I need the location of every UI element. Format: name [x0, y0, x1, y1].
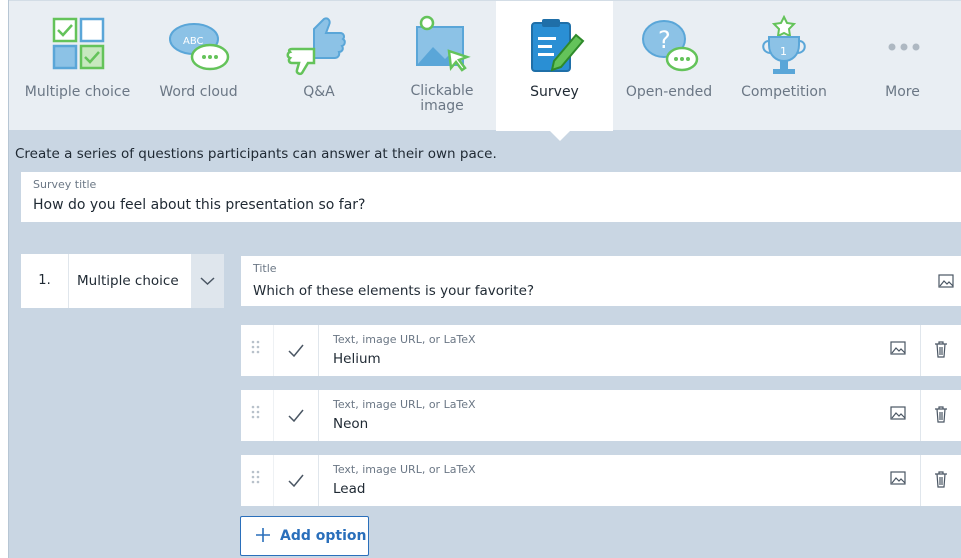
type-label: More — [885, 84, 920, 100]
svg-text:1: 1 — [780, 45, 787, 58]
option-row: Text, image URL, or LaTeX Neon — [241, 390, 961, 441]
type-qa[interactable]: Q&A — [251, 1, 387, 131]
image-icon[interactable] — [890, 341, 906, 355]
survey-title-field[interactable]: Survey title How do you feel about this … — [21, 172, 961, 222]
word-cloud-icon: ABC — [168, 23, 229, 71]
question-type-bar: Multiple choice ABC Word cloud Q&A Click… — [9, 0, 961, 131]
type-clickable-image[interactable]: Clickable image — [387, 1, 497, 131]
delete-option-button[interactable] — [920, 390, 961, 441]
drag-handle-icon[interactable] — [251, 339, 261, 359]
type-label: Clickable image — [410, 83, 474, 114]
question-title-field[interactable]: Title Which of these elements is your fa… — [241, 256, 961, 306]
type-label: Word cloud — [159, 84, 238, 100]
type-multiple-choice[interactable]: Multiple choice — [9, 1, 146, 131]
drag-handle-icon[interactable] — [251, 404, 261, 424]
option-row: Text, image URL, or LaTeX Lead — [241, 455, 961, 506]
type-label: Survey — [530, 84, 579, 100]
type-survey[interactable]: Survey — [496, 1, 613, 131]
option-placeholder: Text, image URL, or LaTeX — [333, 398, 476, 411]
field-label: Title — [253, 262, 277, 275]
check-icon — [288, 474, 304, 487]
type-label: Open-ended — [625, 84, 713, 100]
type-more[interactable]: More — [843, 1, 961, 131]
survey-description: Create a series of questions participant… — [15, 146, 497, 162]
question-type-selector[interactable]: 1. Multiple choice — [21, 254, 224, 308]
question-title-value[interactable]: Which of these elements is your favorite… — [253, 283, 534, 299]
question-type-value[interactable]: Multiple choice — [77, 273, 179, 289]
active-type-pointer — [549, 130, 571, 141]
svg-text:?: ? — [658, 26, 671, 54]
survey-editor: Multiple choice ABC Word cloud Q&A Click… — [8, 0, 961, 558]
image-icon[interactable] — [890, 406, 906, 420]
correct-toggle[interactable] — [273, 325, 319, 376]
add-option-button[interactable]: Add option — [240, 516, 369, 556]
drag-handle-icon[interactable] — [251, 469, 261, 489]
option-value[interactable]: Helium — [333, 351, 381, 367]
trash-icon — [935, 406, 947, 423]
type-word-cloud[interactable]: ABC Word cloud — [146, 1, 251, 131]
trash-icon — [935, 341, 947, 358]
add-option-label: Add option — [280, 528, 367, 544]
trash-icon — [935, 471, 947, 488]
more-icon — [888, 43, 919, 51]
field-label: Survey title — [33, 178, 97, 191]
check-icon — [288, 409, 304, 422]
option-row: Text, image URL, or LaTeX Helium — [241, 325, 961, 376]
open-ended-icon: ? — [642, 20, 699, 72]
survey-icon — [530, 19, 584, 72]
qa-icon — [286, 17, 346, 76]
option-placeholder: Text, image URL, or LaTeX — [333, 463, 476, 476]
type-label: Multiple choice — [24, 84, 131, 100]
survey-title-value[interactable]: How do you feel about this presentation … — [33, 197, 365, 213]
plus-icon — [256, 528, 270, 542]
type-open-ended[interactable]: ? Open-ended — [613, 1, 725, 131]
image-icon[interactable] — [938, 274, 954, 288]
option-value[interactable]: Neon — [333, 416, 368, 432]
delete-option-button[interactable] — [920, 325, 961, 376]
correct-toggle[interactable] — [273, 390, 319, 441]
type-label: Q&A — [303, 84, 335, 100]
delete-option-button[interactable] — [920, 455, 961, 506]
check-icon — [288, 344, 304, 357]
type-competition[interactable]: 1 Competition — [725, 1, 843, 131]
clickable-image-icon — [416, 15, 471, 72]
option-placeholder: Text, image URL, or LaTeX — [333, 333, 476, 346]
option-value[interactable]: Lead — [333, 481, 365, 497]
question-number: 1. — [21, 254, 69, 308]
multiple-choice-icon — [52, 17, 104, 70]
svg-text:ABC: ABC — [183, 36, 204, 47]
type-label: Competition — [741, 84, 827, 100]
question-type-dropdown[interactable] — [191, 254, 224, 308]
correct-toggle[interactable] — [273, 455, 319, 506]
competition-icon: 1 — [762, 15, 806, 74]
image-icon[interactable] — [890, 471, 906, 485]
chevron-down-icon — [200, 277, 215, 286]
